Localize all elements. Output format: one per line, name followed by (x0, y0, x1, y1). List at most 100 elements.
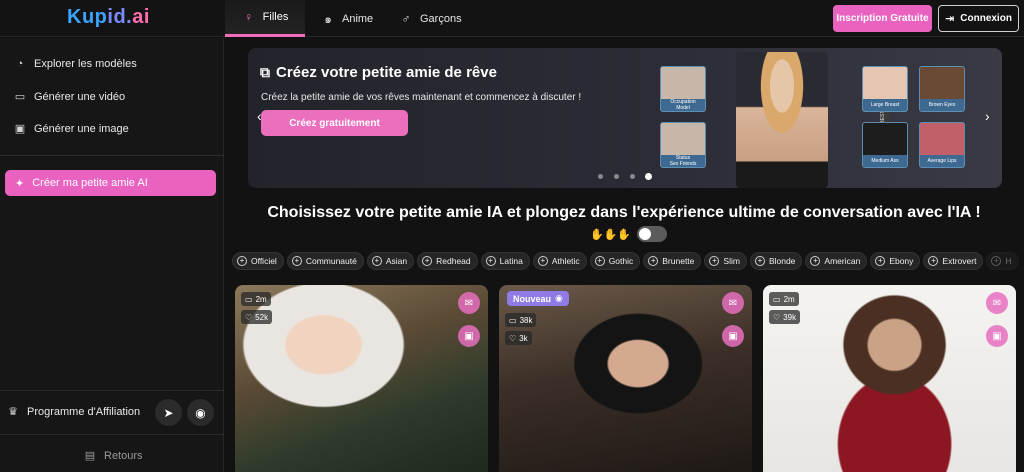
affiliate-label: Programme d'Affiliation (27, 406, 141, 418)
filter-chip-label: Redhead (436, 256, 471, 266)
sidebar-item-label: Explorer les modèles (34, 58, 137, 70)
likes-count: 39k (783, 312, 797, 322)
filter-chip[interactable]: + Latina (480, 252, 530, 270)
plus-icon: + (928, 256, 939, 266)
filter-chip-label: Blonde (768, 256, 796, 266)
filter-chip-label: Slim (723, 256, 740, 266)
chat-count: 38k (519, 315, 533, 325)
filter-chip[interactable]: + Gothic (589, 252, 641, 270)
filter-chip[interactable]: + Communauté (286, 252, 364, 270)
chat-button[interactable]: ✉ (722, 292, 744, 314)
login-icon: ⇥ (945, 13, 955, 25)
sidebar-item-explore[interactable]: ◔ Explorer les modèles (14, 58, 137, 70)
sparkle-icon: ◉ (555, 293, 563, 303)
prev-arrow-icon[interactable]: ‹ (257, 108, 262, 124)
filter-chip-label: Gothic (608, 256, 634, 266)
filter-chip-label: H (1005, 256, 1012, 266)
filter-chip[interactable]: + Ebony (870, 252, 921, 270)
generate-image-button[interactable]: ▣ (986, 325, 1008, 347)
filter-chip-label: Latina (499, 256, 523, 266)
filter-chip[interactable]: + Asian (366, 252, 415, 270)
tab-anime[interactable]: ๑ Anime (321, 0, 373, 37)
style-toggle[interactable] (637, 226, 668, 242)
tab-garcons-label: Garçons (420, 12, 462, 25)
filter-chip-label: Extrovert (942, 256, 977, 266)
create-free-button[interactable]: Créez gratuitement (261, 110, 408, 136)
spiral-icon: ๑ (324, 11, 332, 26)
model-card[interactable]: Nouveau ◉ ▭ 38k ♡ 3k ✉ ▣ (499, 285, 752, 472)
filter-chip-label: American (824, 256, 861, 266)
message-icon: ▭ (245, 294, 253, 304)
tab-filles[interactable]: ♀ Filles (225, 0, 305, 37)
new-badge: Nouveau ◉ (507, 291, 569, 306)
filter-chip[interactable]: + Slim (704, 252, 747, 270)
feedback-link[interactable]: ▤ Retours (84, 450, 143, 462)
tag-caption: Large Breast (863, 99, 907, 111)
tag-occupation: Occupation Model (660, 66, 706, 112)
filter-chip-label: Athletic (551, 256, 580, 266)
plus-icon: + (422, 256, 433, 266)
chat-icon: ▤ (84, 450, 96, 462)
login-button[interactable]: ⇥ Connexion (938, 5, 1019, 32)
create-girlfriend-button[interactable]: ✦ Créer ma petite amie AI (5, 170, 216, 196)
tag-caption: Occupation Model (661, 99, 705, 111)
tag-large-breast: Large Breast (862, 66, 908, 112)
filter-chip[interactable]: + Blonde (749, 252, 803, 270)
filter-chip[interactable]: + Redhead (417, 252, 478, 270)
page-headline: Choisissez votre petite amie IA et plong… (267, 204, 981, 221)
likes-count: 52k (255, 312, 269, 322)
tag-caption: Average Lips (920, 155, 964, 167)
female-icon: ♀ (244, 10, 254, 24)
next-arrow-icon[interactable]: › (985, 108, 990, 124)
logo[interactable]: Kupid.ai (67, 6, 150, 29)
carousel-dot-active[interactable] (645, 173, 652, 180)
create-free-label: Créez gratuitement (289, 117, 380, 129)
sidebar-item-image[interactable]: ▣ Générer une image (14, 123, 129, 135)
filter-chip[interactable]: + Officiel (232, 252, 284, 270)
filter-chip[interactable]: + American (805, 252, 868, 270)
carousel-dot[interactable] (598, 174, 603, 179)
filter-chip[interactable]: + Extrovert (923, 252, 984, 270)
plus-icon: + (754, 256, 765, 266)
affiliate-link[interactable]: ♛ Programme d'Affiliation (7, 406, 140, 418)
tag-caption: Medium Ass (863, 155, 907, 167)
chat-icon: ✉ (992, 297, 1002, 309)
chat-count-badge: ▭ 38k (505, 313, 537, 327)
carousel-dot[interactable] (630, 174, 635, 179)
filter-chip[interactable]: + Athletic (532, 252, 587, 270)
signup-label: Inscription Gratuite (836, 13, 929, 24)
chat-button[interactable]: ✉ (986, 292, 1008, 314)
signup-button[interactable]: Inscription Gratuite (833, 5, 932, 32)
logo-part-2: id. (107, 6, 133, 28)
plus-icon: + (991, 256, 1002, 266)
heart-icon: ♡ (773, 312, 781, 322)
sidebar-divider (0, 155, 224, 156)
generate-image-button[interactable]: ▣ (722, 325, 744, 347)
filter-chip[interactable]: + Brunette (643, 252, 702, 270)
ai-image-icon: ⧉ (260, 64, 270, 80)
tab-filles-label: Filles (262, 11, 289, 23)
tab-garcons[interactable]: ♂ Garçons (399, 0, 462, 37)
plus-icon: + (709, 256, 720, 266)
sidebar-divider (0, 434, 224, 435)
plus-icon: + (537, 256, 548, 266)
tab-anime-label: Anime (342, 12, 374, 25)
telegram-button[interactable]: ➤ (155, 399, 182, 426)
filter-chip-label: Asian (385, 256, 408, 266)
filter-chip[interactable]: + H (986, 252, 1019, 270)
model-card[interactable]: ▭ 2m ♡ 39k ✉ ▣ (763, 285, 1016, 472)
tag-line2: Sex Friends (669, 161, 697, 167)
create-girlfriend-label: Créer ma petite amie AI (32, 177, 148, 189)
image-plus-icon: ▣ (728, 330, 738, 342)
filter-chip-label: Officiel (251, 256, 277, 266)
chat-count: 2m (783, 294, 795, 304)
tag-status: Status Sex Friends (660, 122, 706, 168)
carousel-dot[interactable] (614, 174, 619, 179)
generate-image-button[interactable]: ▣ (458, 325, 480, 347)
sidebar-item-video[interactable]: ▭ Générer une vidéo (14, 91, 125, 103)
model-card[interactable]: ▭ 2m ♡ 52k ✉ ▣ (235, 285, 488, 472)
top-bar: Kupid.ai ♀ Filles ๑ Anime ♂ Garçons Insc… (0, 0, 1024, 37)
tag-brown-eyes: Brown Eyes (919, 66, 965, 112)
discord-button[interactable]: ◉ (187, 399, 214, 426)
chat-button[interactable]: ✉ (458, 292, 480, 314)
